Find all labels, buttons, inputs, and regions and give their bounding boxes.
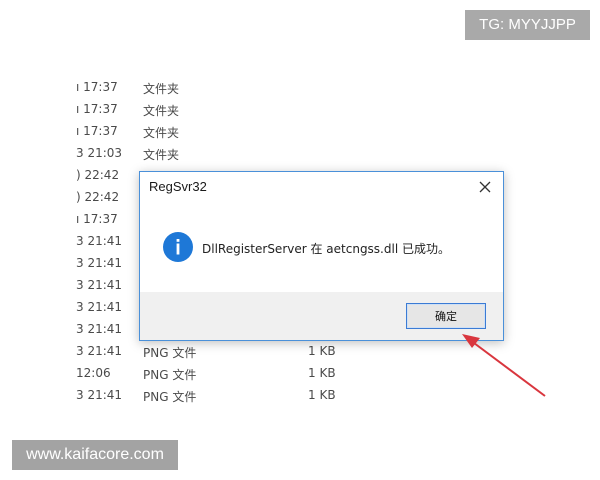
file-row[interactable]: ı 17:37 文件夹 xyxy=(76,76,356,98)
file-time: 3 21:41 xyxy=(76,300,123,314)
dialog-message: DllRegisterServer 在 aetcngss.dll 已成功。 xyxy=(202,242,450,256)
file-row[interactable]: 3 21:41 PNG 文件 1 KB xyxy=(76,340,356,362)
watermark-top: TG: MYYJJPP xyxy=(465,10,590,40)
file-time: 3 21:41 xyxy=(76,278,123,292)
dialog-titlebar[interactable]: RegSvr32 xyxy=(140,172,503,204)
file-row[interactable]: 3 21:03 文件夹 xyxy=(76,142,356,164)
dialog-title: RegSvr32 xyxy=(149,179,207,194)
dialog-body: DllRegisterServer 在 aetcngss.dll 已成功。 xyxy=(140,204,503,292)
file-time: ) 22:42 xyxy=(76,168,120,182)
dialog-footer: 确定 xyxy=(140,292,503,340)
file-type: 文件夹 xyxy=(143,126,180,140)
file-type: 文件夹 xyxy=(143,104,180,118)
file-time: 3 21:03 xyxy=(76,146,123,160)
file-time: ı 17:37 xyxy=(76,102,118,116)
file-time: ı 17:37 xyxy=(76,212,118,226)
file-time: 3 21:41 xyxy=(76,388,123,402)
watermark-bottom: www.kaifacore.com xyxy=(12,440,178,470)
file-time: 3 21:41 xyxy=(76,344,123,358)
file-size: 1 KB xyxy=(308,366,336,380)
file-time: 3 21:41 xyxy=(76,256,123,270)
file-type: 文件夹 xyxy=(143,82,180,96)
file-size: 1 KB xyxy=(308,388,336,402)
file-time: ı 17:37 xyxy=(76,80,118,94)
file-row[interactable]: ı 17:37 文件夹 xyxy=(76,120,356,142)
ok-button[interactable]: 确定 xyxy=(406,303,486,329)
file-time: ) 22:42 xyxy=(76,190,120,204)
close-icon xyxy=(479,181,491,193)
file-type: PNG 文件 xyxy=(143,346,197,360)
file-time: 12:06 xyxy=(76,366,111,380)
file-type: PNG 文件 xyxy=(143,368,197,382)
file-row[interactable]: 3 21:41 PNG 文件 1 KB xyxy=(76,384,356,406)
file-time: 3 21:41 xyxy=(76,234,123,248)
file-size: 1 KB xyxy=(308,344,336,358)
file-row[interactable]: ı 17:37 文件夹 xyxy=(76,98,356,120)
file-type: PNG 文件 xyxy=(143,390,197,404)
file-time: ı 17:37 xyxy=(76,124,118,138)
file-row[interactable]: 12:06 PNG 文件 1 KB xyxy=(76,362,356,384)
file-time: 3 21:41 xyxy=(76,322,123,336)
info-icon xyxy=(163,232,193,262)
regsvr32-dialog: RegSvr32 DllRegisterServer 在 aetcngss.dl… xyxy=(139,171,504,341)
file-type: 文件夹 xyxy=(143,148,180,162)
close-button[interactable] xyxy=(475,177,495,197)
